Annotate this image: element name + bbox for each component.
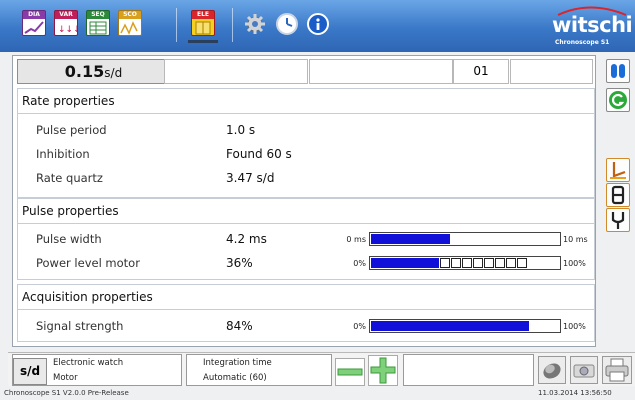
status-bar: s/d Electronic watch Motor Integration t… xyxy=(8,352,635,386)
acquisition-properties-title: Acquisition properties xyxy=(22,290,153,304)
scope-icon xyxy=(119,19,141,35)
power-level-segment xyxy=(462,258,472,268)
integration-time-cell[interactable]: Integration time Automatic (60) xyxy=(186,354,332,386)
decrease-integration-button[interactable] xyxy=(335,358,365,386)
pulse-width-max: 10 ms xyxy=(563,235,588,244)
pulse-period-label: Pulse period xyxy=(36,123,107,137)
summary-cell-3: 01 xyxy=(453,59,509,84)
integration-time-label: Integration time xyxy=(203,358,272,368)
power-level-segment xyxy=(440,258,450,268)
power-level-segment xyxy=(506,258,516,268)
power-level-bar xyxy=(369,256,561,270)
measurement-panel: 0.15s/d 01 Rate properties Pulse period … xyxy=(12,55,596,347)
rate-properties-section: Rate properties Pulse period 1.0 s Inhib… xyxy=(17,88,595,198)
digital-view-button[interactable] xyxy=(606,183,630,207)
watch-type-label: Electronic watch xyxy=(53,358,124,368)
rate-unit-button[interactable]: s/d xyxy=(13,358,47,385)
summary-cell-2 xyxy=(309,59,453,84)
sco-label: SCO xyxy=(123,11,137,18)
increase-integration-button[interactable] xyxy=(368,355,398,386)
rate-quartz-value: 3.47 s/d xyxy=(226,171,275,185)
summary-cell-1 xyxy=(164,59,308,84)
witschi-logo: witschi Chronoscope S1 xyxy=(548,4,633,48)
power-level-segment xyxy=(451,258,461,268)
pulse-properties-section: Pulse properties Pulse width 4.2 ms 0 ms… xyxy=(17,198,595,280)
dia-button[interactable]: DIA xyxy=(22,10,46,36)
toolbar-separator xyxy=(232,8,233,42)
rate-properties-title: Rate properties xyxy=(22,94,115,108)
signal-strength-bar xyxy=(369,319,561,333)
summary-cell-4 xyxy=(510,59,593,84)
toolbar-separator xyxy=(176,8,177,42)
pulse-width-value: 4.2 ms xyxy=(226,232,267,246)
clock-icon[interactable] xyxy=(276,13,298,35)
diagram-icon xyxy=(23,19,45,35)
power-level-label: Power level motor xyxy=(36,256,140,270)
power-level-max: 100% xyxy=(563,259,586,268)
pulse-width-bar-fill xyxy=(371,234,450,244)
beat-error-view-button[interactable] xyxy=(606,158,630,182)
pulse-width-label: Pulse width xyxy=(36,232,102,246)
datetime-label: 11.03.2014 13:56:50 xyxy=(538,389,612,397)
pulse-width-min: 0 ms xyxy=(346,235,366,244)
toolbar: DIA VAR ↓↓↓ SEQ SCO ELE xyxy=(0,0,635,52)
pulse-period-value: 1.0 s xyxy=(226,123,256,137)
dia-label: DIA xyxy=(28,11,40,18)
ele-button[interactable]: ELE xyxy=(191,10,215,36)
ele-label: ELE xyxy=(196,11,210,18)
inhibition-label: Inhibition xyxy=(36,147,90,161)
svg-text:↓↓↓: ↓↓↓ xyxy=(58,25,77,35)
signal-strength-min: 0% xyxy=(353,322,366,331)
seq-label: SEQ xyxy=(91,11,105,18)
logo-brand: witschi xyxy=(552,13,633,37)
logo-subtitle: Chronoscope S1 xyxy=(555,39,610,46)
version-label: Chronoscope S1 V2.0.0 Pre-Release xyxy=(4,389,129,397)
power-level-segment xyxy=(495,258,505,268)
app-window: DIA VAR ↓↓↓ SEQ SCO ELE xyxy=(0,0,635,400)
pause-button[interactable] xyxy=(606,59,630,83)
power-level-bar-fill xyxy=(371,258,439,268)
integration-time-value: Automatic (60) xyxy=(203,373,267,383)
var-label: VAR xyxy=(59,11,73,18)
watch-type-cell[interactable]: s/d Electronic watch Motor xyxy=(12,354,182,386)
camera-icon[interactable] xyxy=(570,356,598,384)
acquisition-properties-section: Acquisition properties Signal strength 8… xyxy=(17,284,595,342)
rate-display: 0.15s/d xyxy=(17,59,170,84)
signal-strength-label: Signal strength xyxy=(36,319,124,333)
variation-icon: ↓↓↓ xyxy=(55,19,77,35)
rate-unit: s/d xyxy=(104,66,123,80)
pulse-width-bar xyxy=(369,232,561,246)
tuning-fork-view-button[interactable] xyxy=(606,208,630,232)
power-level-value: 36% xyxy=(226,256,253,270)
signal-strength-bar-fill xyxy=(371,321,529,331)
rate-quartz-label: Rate quartz xyxy=(36,171,103,185)
settings-gear-icon[interactable] xyxy=(244,13,266,35)
power-level-min: 0% xyxy=(353,259,366,268)
var-button[interactable]: VAR ↓↓↓ xyxy=(54,10,78,36)
section-divider xyxy=(18,113,594,114)
sco-button[interactable]: SCO xyxy=(118,10,142,36)
signal-strength-value: 84% xyxy=(226,319,253,333)
sequence-icon xyxy=(87,19,109,35)
summary-row: 0.15s/d 01 xyxy=(13,56,597,86)
microphone-icon[interactable] xyxy=(538,356,566,384)
restart-button[interactable] xyxy=(606,88,630,112)
power-level-segment xyxy=(484,258,494,268)
section-divider xyxy=(18,309,594,310)
signal-strength-max: 100% xyxy=(563,322,586,331)
status-empty-cell xyxy=(403,354,534,386)
section-divider xyxy=(18,223,594,224)
power-level-segment xyxy=(473,258,483,268)
info-icon[interactable] xyxy=(307,13,329,35)
active-tab-indicator xyxy=(188,40,218,43)
inhibition-value: Found 60 s xyxy=(226,147,292,161)
power-level-segment xyxy=(517,258,527,268)
watch-mode-label: Motor xyxy=(53,373,78,383)
seq-button[interactable]: SEQ xyxy=(86,10,110,36)
electronic-icon xyxy=(192,19,214,35)
rate-value: 0.15 xyxy=(64,62,105,81)
pulse-properties-title: Pulse properties xyxy=(22,204,119,218)
printer-icon[interactable] xyxy=(602,356,632,384)
